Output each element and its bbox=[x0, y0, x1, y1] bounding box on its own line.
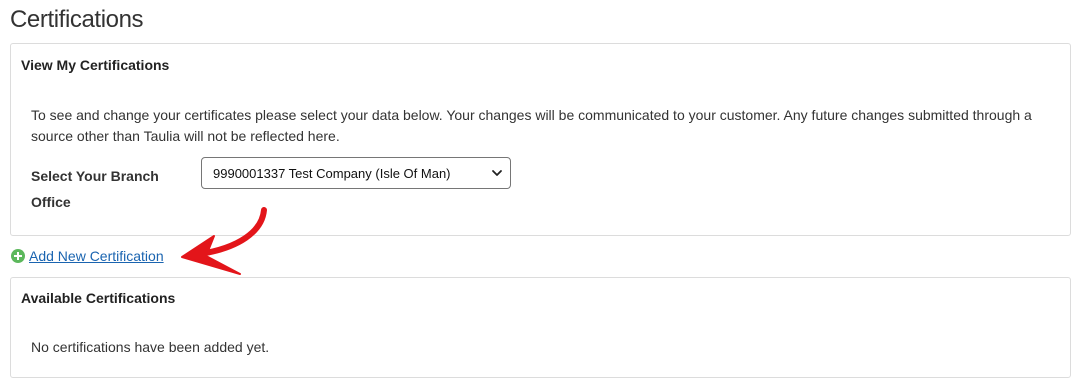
available-certifications-panel: Available Certifications No certificatio… bbox=[10, 277, 1071, 378]
available-certifications-heading: Available Certifications bbox=[21, 290, 176, 306]
add-new-certification-link[interactable]: Add New Certification bbox=[29, 248, 164, 264]
plus-circle-icon bbox=[11, 249, 25, 263]
intro-text: To see and change your certificates plea… bbox=[31, 107, 1032, 144]
empty-certifications-message: No certifications have been added yet. bbox=[31, 339, 270, 355]
view-certifications-panel: View My Certifications To see and change… bbox=[10, 43, 1071, 236]
page-title: Certifications bbox=[10, 6, 144, 33]
view-certifications-heading: View My Certifications bbox=[21, 57, 170, 73]
branch-office-select[interactable]: 9990001337 Test Company (Isle Of Man) bbox=[201, 157, 511, 189]
branch-office-label: Select Your Branch Office bbox=[31, 168, 159, 210]
chevron-down-icon bbox=[492, 170, 502, 176]
add-new-certification[interactable]: Add New Certification bbox=[11, 248, 164, 264]
branch-office-selected-value: 9990001337 Test Company (Isle Of Man) bbox=[213, 165, 451, 181]
